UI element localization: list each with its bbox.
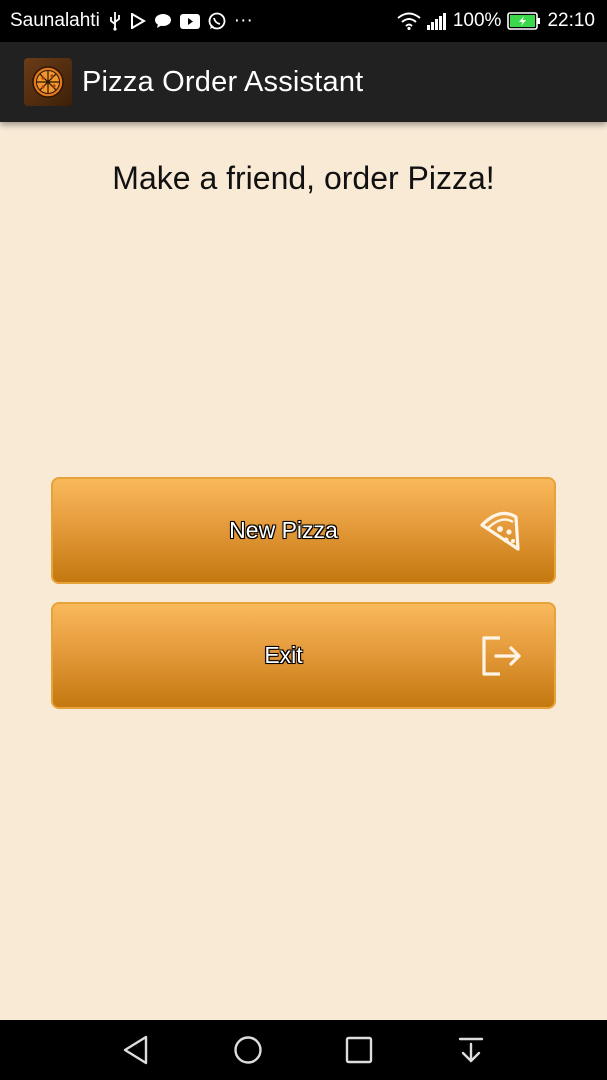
wifi-icon [397, 12, 421, 30]
app-bar: Pizza Order Assistant [0, 42, 607, 122]
battery-charging-icon [507, 12, 541, 30]
chat-icon [154, 13, 172, 29]
exit-label: Exit [264, 642, 303, 668]
notifications-pull-icon[interactable] [441, 1020, 501, 1080]
signal-icon [426, 12, 447, 30]
recents-icon[interactable] [329, 1020, 389, 1080]
pizza-slice-icon [478, 509, 524, 553]
pizza-logo-icon [24, 58, 72, 106]
new-pizza-button[interactable]: New Pizza [51, 477, 556, 584]
usb-icon [108, 11, 122, 31]
status-bar: Saunalahti ··· 100% 22:10 [0, 0, 607, 42]
exit-icon [480, 634, 524, 678]
main-content: Make a friend, order Pizza! New Pizza Ex… [0, 122, 607, 1020]
play-store-icon [130, 13, 146, 29]
battery-percent: 100% [452, 10, 502, 31]
status-left: Saunalahti ··· [10, 10, 253, 32]
carrier-name: Saunalahti [10, 10, 100, 31]
status-right: 100% 22:10 [397, 10, 595, 32]
app-title: Pizza Order Assistant [82, 65, 364, 98]
new-pizza-label: New Pizza [229, 517, 338, 543]
clock: 22:10 [547, 10, 595, 31]
exit-button[interactable]: Exit [51, 602, 556, 709]
headline: Make a friend, order Pizza! [112, 160, 495, 196]
more-notifications: ··· [233, 10, 253, 31]
home-icon[interactable] [218, 1020, 278, 1080]
screen: Saunalahti ··· 100% 22:10 Pizza Order As… [0, 0, 607, 1080]
youtube-icon [179, 13, 200, 29]
navigation-bar [0, 1020, 607, 1080]
back-icon[interactable] [106, 1020, 166, 1080]
whatsapp-icon [208, 12, 226, 30]
